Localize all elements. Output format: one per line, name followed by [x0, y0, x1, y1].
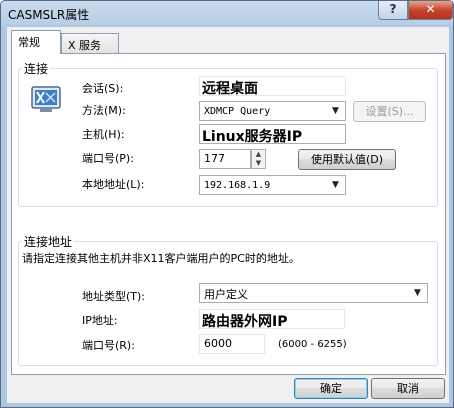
- chevron-down-icon: ▼: [332, 180, 339, 190]
- address-port-field[interactable]: 6000: [199, 334, 265, 354]
- method-select[interactable]: XDMCP Query ▼: [199, 101, 346, 121]
- address-type-select[interactable]: 用户定义 ▼: [199, 283, 428, 303]
- settings-button[interactable]: 设置(S)...: [353, 101, 426, 122]
- properties-dialog: CASMSLR属性 ? ✕ 常规 X 服务器 连接 会话(S): 远程桌面 方法…: [0, 0, 454, 408]
- close-button[interactable]: ✕: [408, 1, 453, 20]
- title-bar[interactable]: CASMSLR属性 ? ✕: [1, 1, 453, 27]
- ip-address-value: 路由器外网IP: [202, 314, 288, 329]
- ip-address-label: IP地址:: [82, 314, 118, 327]
- method-label: 方法(M):: [82, 104, 126, 117]
- port-spinner[interactable]: ▲ ▼: [251, 149, 266, 169]
- chevron-down-icon: ▼: [332, 106, 339, 116]
- session-value: 远程桌面: [202, 81, 258, 96]
- connection-group-label: 连接: [22, 60, 51, 77]
- ip-address-field[interactable]: 路由器外网IP: [199, 309, 345, 329]
- help-button[interactable]: ?: [378, 1, 408, 20]
- host-field[interactable]: Linux服务器IP: [199, 124, 346, 144]
- host-label: 主机(H):: [82, 128, 125, 141]
- port-label: 端口号(P):: [82, 152, 134, 165]
- tab-general[interactable]: 常规: [11, 30, 61, 54]
- connection-address-description: 请指定连接其他主机并非X11客户端用户的PC时的地址。: [22, 252, 300, 265]
- address-type-value: 用户定义: [204, 288, 248, 301]
- xwindow-app-icon: [31, 86, 61, 112]
- dialog-body: 常规 X 服务器 连接 会话(S): 远程桌面 方法(M): XDMCP Que…: [7, 27, 449, 403]
- local-address-label: 本地地址(L):: [82, 178, 145, 191]
- ok-button[interactable]: 确定: [294, 378, 368, 399]
- connection-address-group-label: 连接地址: [22, 233, 75, 250]
- port-field[interactable]: 177: [199, 149, 251, 169]
- method-value: XDMCP Query: [204, 106, 271, 117]
- tab-x-server[interactable]: X 服务器: [61, 33, 119, 68]
- cancel-button[interactable]: 取消: [371, 378, 445, 399]
- host-value: Linux服务器IP: [202, 129, 303, 144]
- arrow-down-icon[interactable]: ▼: [252, 159, 265, 168]
- address-type-label: 地址类型(T):: [82, 290, 146, 303]
- local-address-select[interactable]: 192.168.1.9 ▼: [199, 175, 346, 195]
- session-label: 会话(S):: [82, 82, 124, 95]
- port-range-text: (6000 - 6255): [278, 339, 347, 350]
- session-field[interactable]: 远程桌面: [199, 76, 346, 96]
- local-address-value: 192.168.1.9: [204, 180, 271, 191]
- address-port-label: 端口号(R):: [82, 339, 135, 352]
- use-default-button[interactable]: 使用默认值(D): [298, 149, 396, 170]
- window-title: CASMSLR属性: [8, 8, 90, 22]
- tab-panel-general: 连接 会话(S): 远程桌面 方法(M): XDMCP Query ▼ 设置(S…: [11, 53, 446, 375]
- chevron-down-icon: ▼: [414, 288, 421, 298]
- arrow-up-icon[interactable]: ▲: [252, 150, 265, 159]
